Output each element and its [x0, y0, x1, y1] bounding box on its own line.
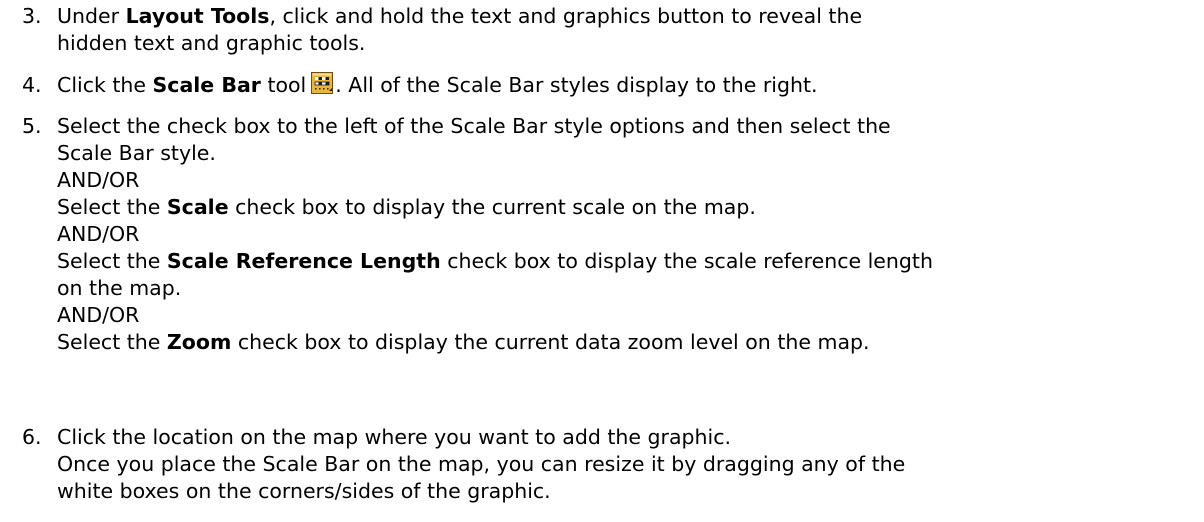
step-line: Click the Scale Bar tool . All of the Sc…: [57, 72, 1190, 99]
step-number: 5.: [22, 114, 42, 138]
line-text: Select the: [57, 330, 167, 354]
ui-term-zoom: Zoom: [166, 330, 232, 354]
step-line: Under Layout Tools, click and hold the t…: [57, 3, 1190, 30]
line-text: Click the: [57, 73, 153, 97]
ui-term-scale-reference-length: Scale Reference Length: [166, 249, 441, 273]
step-line: on the map.: [57, 276, 182, 300]
line-text: Select the: [57, 195, 167, 219]
step-number: 4.: [22, 73, 42, 97]
step-text: Select the check box to the left of the …: [57, 113, 1190, 356]
step-number: 3.: [22, 4, 42, 28]
step-line: hidden text and graphic tools.: [57, 31, 366, 55]
line-text: . All of the Scale Bar styles display to…: [335, 73, 818, 97]
step-line: Select the Zoom check box to display the…: [57, 329, 1190, 356]
step-text: Click the location on the map where you …: [57, 424, 1190, 505]
line-text: Select the: [57, 249, 167, 273]
ui-term-scale-bar: Scale Bar: [152, 73, 261, 97]
step-line: Click the location on the map where you …: [57, 425, 732, 449]
line-text: check box to display the scale reference…: [440, 249, 933, 273]
step-line: AND/OR: [57, 168, 140, 192]
step-line: AND/OR: [57, 222, 140, 246]
step-line: Select the Scale Reference Length check …: [57, 248, 1190, 275]
step-text: Click the Scale Bar tool . All of the Sc…: [57, 72, 1190, 99]
step-line: Select the Scale check box to display th…: [57, 194, 1190, 221]
ui-term-layout-tools: Layout Tools: [125, 4, 270, 28]
step-line: Scale Bar style.: [57, 141, 216, 165]
line-text: , click and hold the text and graphics b…: [269, 4, 863, 28]
line-text: Under: [57, 4, 126, 28]
line-text: tool: [260, 73, 307, 97]
step-line: white boxes on the corners/sides of the …: [57, 479, 551, 503]
scale-bar-tool-icon: [311, 72, 334, 94]
instruction-list: 3. Under Layout Tools, click and hold th…: [0, 0, 1204, 522]
step-line: AND/OR: [57, 303, 140, 327]
step-line: Select the check box to the left of the …: [57, 114, 891, 138]
step-number: 6.: [22, 425, 42, 449]
line-text: check box to display the current scale o…: [228, 195, 756, 219]
ui-term-scale: Scale: [166, 195, 229, 219]
step-line: Once you place the Scale Bar on the map,…: [57, 452, 906, 476]
step-text: Under Layout Tools, click and hold the t…: [57, 3, 1190, 57]
line-text: check box to display the current data zo…: [231, 330, 870, 354]
